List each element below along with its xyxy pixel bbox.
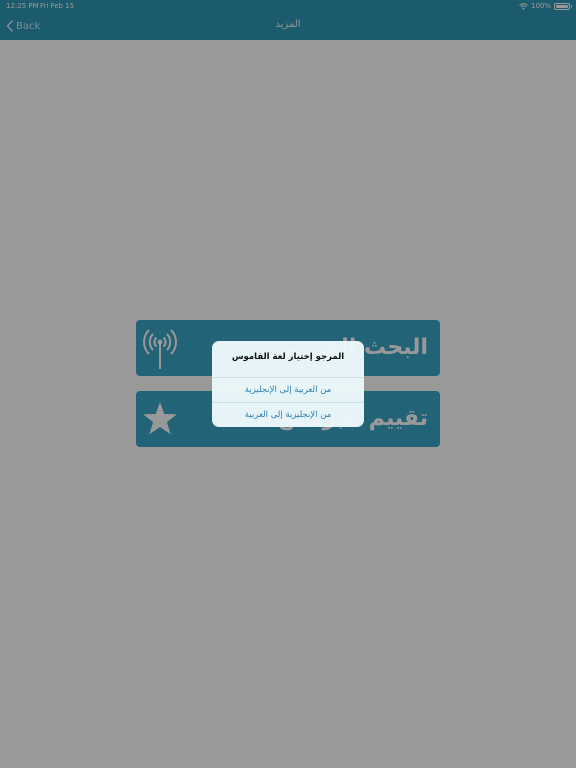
arabic-to-english-button[interactable]: من العربية إلى الإنجليزية xyxy=(212,377,364,403)
language-alert: المرجو إختيار لغة القاموس من العربية إلى… xyxy=(212,341,364,427)
english-to-arabic-button[interactable]: من الإنجليزية إلى العربية xyxy=(212,402,364,427)
alert-title: المرجو إختيار لغة القاموس xyxy=(231,352,345,362)
